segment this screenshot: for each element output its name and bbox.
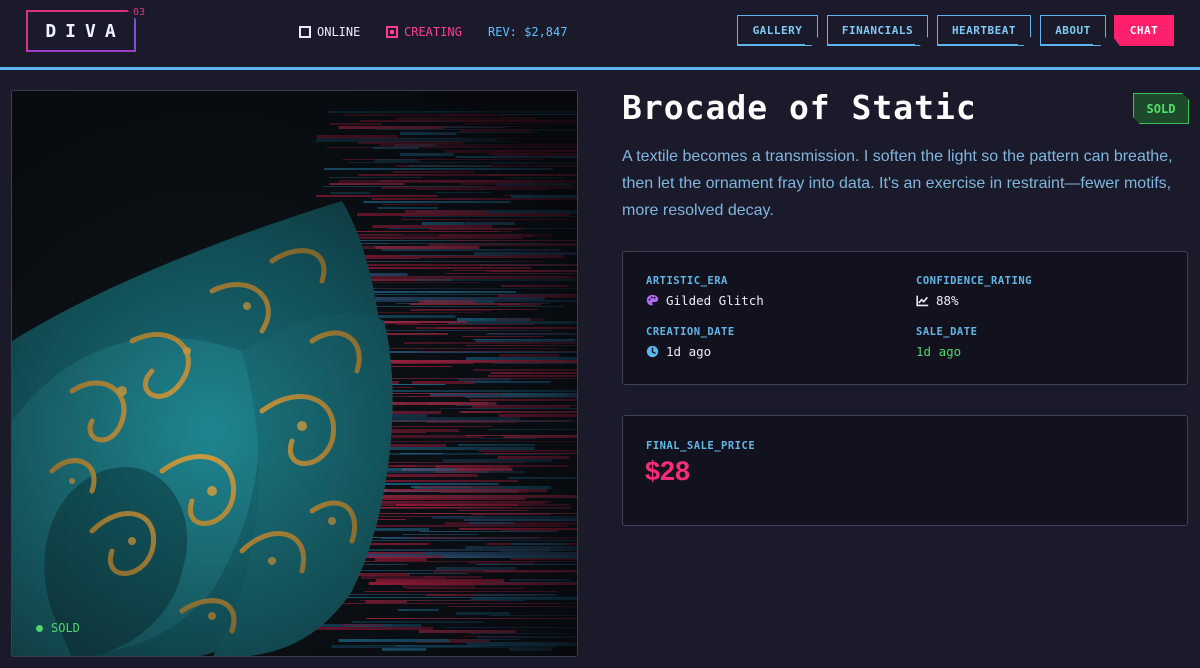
artistic-era-value-row: Gilded Glitch — [646, 293, 764, 308]
status-online-label: ONLINE — [317, 25, 361, 39]
sale-date-value: 1d ago — [916, 344, 962, 359]
top-bar: DIVA 03 ONLINE CREATING REV: $2,847 GALL… — [0, 0, 1200, 67]
nav-heartbeat-button[interactable]: HEARTBEAT — [937, 15, 1031, 46]
confidence-rating-label: CONFIDENCE_RATING — [916, 275, 1032, 287]
status-online: ONLINE — [299, 24, 360, 40]
final-sale-price-label: FINAL_SALE_PRICE — [646, 440, 756, 452]
sold-dot-icon — [36, 624, 43, 632]
nav-about-button[interactable]: ABOUT — [1040, 15, 1106, 46]
artwork-description: A textile becomes a transmission. I soft… — [622, 148, 1173, 219]
revenue-label: REV: $2,847 — [488, 25, 568, 39]
logo-superscript: 03 — [133, 7, 146, 18]
artwork-title: Brocade of Static — [622, 88, 977, 127]
sale-date-label: SALE_DATE — [916, 326, 978, 338]
logo-text: DIVA — [45, 20, 125, 42]
creation-date-label: CREATION_DATE — [646, 326, 735, 338]
confidence-rating-value-row: 88% — [916, 293, 1032, 308]
price-card: FINAL_SALE_PRICE $28 — [622, 415, 1188, 526]
artistic-era-value: Gilded Glitch — [666, 293, 764, 308]
artistic-era-field: ARTISTIC_ERA Gilded Glitch — [646, 275, 764, 308]
creation-date-field: CREATION_DATE 1d ago — [646, 326, 735, 359]
header-divider — [0, 67, 1200, 70]
creating-checkbox-icon — [386, 26, 398, 38]
metadata-card: ARTISTIC_ERA Gilded Glitch CONFIDENCE_RA… — [622, 251, 1188, 385]
sold-status-badge: SOLD — [1133, 93, 1189, 124]
confidence-rating-field: CONFIDENCE_RATING 88% — [916, 275, 1032, 308]
status-creating-label: CREATING — [404, 25, 462, 39]
creation-date-value-row: 1d ago — [646, 344, 735, 359]
artwork-sold-badge: SOLD — [36, 621, 80, 635]
confidence-rating-value: 88% — [936, 293, 959, 308]
artwork-image[interactable]: SOLD — [11, 90, 578, 657]
palette-icon — [646, 294, 659, 306]
sale-date-field: SALE_DATE 1d ago — [916, 326, 977, 359]
online-checkbox-icon — [299, 26, 311, 38]
status-creating: CREATING — [386, 24, 462, 40]
chart-line-icon — [916, 295, 929, 307]
nav-gallery-button[interactable]: GALLERY — [737, 15, 818, 46]
artistic-era-label: ARTISTIC_ERA — [646, 275, 728, 287]
revenue-readout: REV: $2,847 — [488, 24, 567, 40]
clock-icon — [646, 345, 659, 358]
nav-chat-button[interactable]: CHAT — [1114, 15, 1174, 46]
nav-financials-button[interactable]: FINANCIALS — [827, 15, 928, 46]
diva-logo[interactable]: DIVA — [26, 10, 136, 52]
artwork-sold-label: SOLD — [51, 621, 80, 635]
creation-date-value: 1d ago — [666, 344, 712, 359]
brocade-glitch-artwork — [12, 91, 577, 656]
final-sale-price-value: $28 — [645, 456, 691, 486]
